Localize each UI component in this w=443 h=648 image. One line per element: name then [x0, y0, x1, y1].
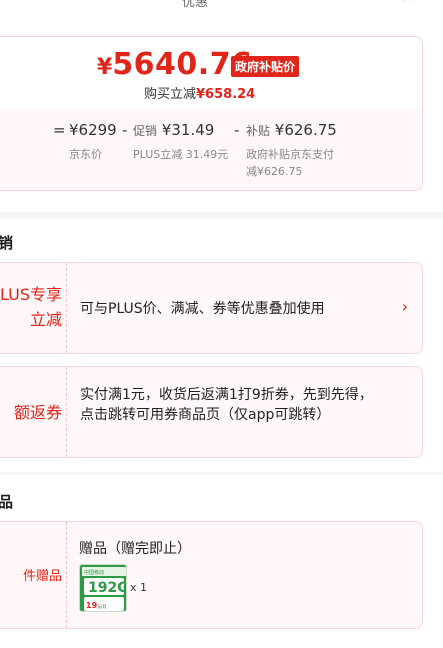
promo-label-line2: 立减	[29, 310, 62, 329]
promo-label-return: 额返券	[0, 367, 67, 457]
subsidy-desc-line1: 政府补贴京东支付	[246, 148, 334, 161]
jd-price-label: 京东价	[69, 148, 102, 161]
subsidy-desc-line2: 减¥626.75	[246, 165, 303, 178]
promo-desc: PLUS立减 31.49元	[133, 148, 229, 161]
price-summary-box: ¥5640.76 政府补贴价 购买立减¥658.24 = ¥6299 - 促销 …	[0, 36, 423, 191]
sim-brand: 中国移动	[84, 569, 104, 576]
promo-desc-return: 实付满1元，收货后返满1打9折券，先到先得，点击跳转可用券商品页（仅app可跳转…	[80, 387, 373, 423]
close-icon[interactable]: ×	[402, 0, 414, 5]
buy-off-value: ¥658.24	[196, 87, 256, 102]
gifts-card: 品 件赠品 赠品（赠完即止） 中国移动 192G 19 元/月 x 1	[0, 475, 443, 648]
sim-card-image: 中国移动 192G 19 元/月	[80, 565, 127, 611]
equals-sign: =	[53, 121, 66, 139]
promotions-card: 销 LUS专享 立减 可与PLUS价、满减、券等优惠叠加使用 › 额返券 实付满…	[0, 218, 443, 472]
gift-thumbnail[interactable]: 中国移动 192G 19 元/月	[79, 564, 127, 612]
promo-item: 促销 ¥31.49	[133, 121, 214, 139]
gift-title: 赠品（赠完即止）	[79, 541, 191, 557]
sheet-title: 优惠	[182, 0, 209, 10]
promo-item-return-coupon[interactable]: 额返券 实付满1元，收货后返满1打9折券，先到先得，点击跳转可用券商品页（仅ap…	[0, 366, 423, 458]
sheet-header: 优惠 ×	[0, 0, 443, 12]
sim-price-unit: 元/月	[97, 604, 106, 609]
promo-label-plus: LUS专享 立减	[0, 263, 67, 353]
buy-off-line: 购买立减¥658.24	[144, 83, 255, 102]
promo-label-line1: 额返券	[13, 403, 62, 422]
promo-value: ¥31.49	[161, 121, 215, 139]
promo-desc-plus: 可与PLUS价、满减、券等优惠叠加使用	[80, 301, 325, 317]
price-card: ¥5640.76 政府补贴价 购买立减¥658.24 = ¥6299 - 促销 …	[0, 12, 443, 212]
subsidy-item: 补贴 ¥626.75	[246, 121, 337, 139]
gift-quantity: x 1	[130, 581, 148, 594]
sim-data: 192G	[88, 580, 127, 596]
gift-label: 件赠品	[0, 522, 67, 628]
currency-symbol: ¥	[97, 55, 113, 80]
minus-sign-1: -	[122, 121, 128, 139]
promo-label: 促销	[133, 124, 158, 138]
sim-price: 19	[86, 601, 98, 610]
final-price: ¥5640.76	[97, 47, 252, 82]
gifts-section-title: 品	[0, 493, 14, 511]
minus-sign-2: -	[234, 121, 240, 139]
gov-subsidy-badge: 政府补贴价	[231, 56, 300, 77]
promo-label-line1: LUS专享	[0, 285, 62, 304]
subsidy-label: 补贴	[246, 124, 271, 138]
subsidy-value: ¥626.75	[274, 121, 337, 139]
chevron-right-icon[interactable]: ›	[402, 297, 408, 316]
buy-off-label: 购买立减	[144, 87, 197, 102]
promotions-section-title: 销	[0, 234, 14, 252]
gift-label-text: 件赠品	[22, 569, 62, 584]
jd-price: ¥6299	[69, 121, 117, 139]
promo-item-plus[interactable]: LUS专享 立减 可与PLUS价、满减、券等优惠叠加使用 ›	[0, 262, 423, 354]
